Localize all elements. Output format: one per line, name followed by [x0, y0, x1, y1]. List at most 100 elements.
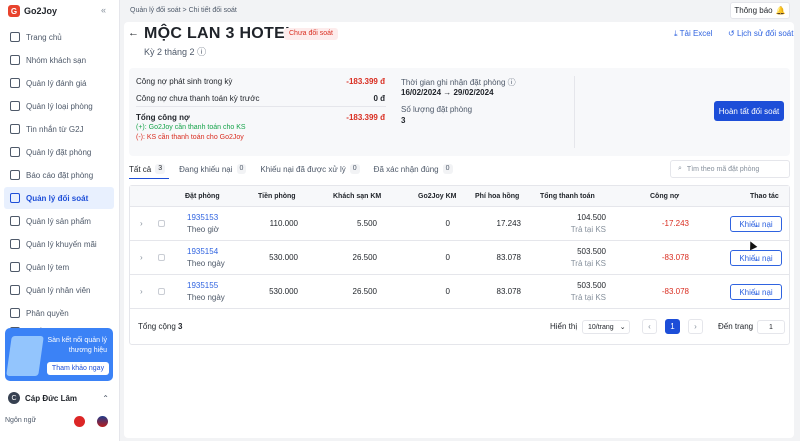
help-icon[interactable]: ⓘ [197, 47, 206, 57]
sidebar-item-label: Quản lý loại phòng [26, 101, 93, 111]
menu-icon [10, 193, 20, 203]
column-header: Tổng thanh toán [540, 193, 595, 200]
sidebar-item[interactable]: Phân quyền [4, 302, 114, 324]
menu-icon [10, 124, 20, 134]
search-icon: ⌕ [678, 165, 682, 172]
page-title: MỘC LAN 3 HOTEL [144, 25, 296, 42]
sidebar-item[interactable]: Tin nhắn từ G2J [4, 118, 114, 140]
row-checkbox[interactable] [158, 288, 165, 295]
commission-fee: 17.243 [496, 219, 521, 228]
download-excel-link[interactable]: ⤓ Tải Excel [674, 29, 713, 39]
tab-label: Khiếu nại đã được xử lý [260, 164, 346, 174]
complaint-dropdown-button[interactable]: Khiếu nại ⌄ [730, 250, 782, 266]
tab[interactable]: Đang khiếu nại 0 [179, 162, 247, 176]
filter-tabs: Tất cả 3 Đang khiếu nại 0 Khiếu nại đã được … [129, 162, 453, 176]
sidebar-item[interactable]: Quản lý sản phẩm [4, 210, 114, 232]
total-count: Tổng cộng 3 [138, 322, 183, 331]
complete-reconcile-button[interactable]: Hoàn tất đối soát [714, 101, 784, 121]
back-arrow-icon[interactable]: ← [128, 27, 139, 39]
booking-type: Theo giờ [187, 225, 219, 234]
column-header: Khách sạn KM [333, 193, 382, 200]
sidebar-item-label: Trang chủ [26, 32, 62, 42]
room-price: 530.000 [269, 253, 298, 262]
g2j-promo: 0 [445, 287, 450, 296]
uk-flag-icon[interactable] [97, 416, 108, 427]
booking-id-link[interactable]: 1935154 [187, 247, 218, 256]
language-label: Ngôn ngữ [5, 417, 37, 424]
total-count-value: 3 [178, 322, 183, 331]
sidebar-item[interactable]: Nhóm khách sạn [4, 49, 114, 71]
goto-input[interactable]: 1 [757, 320, 785, 334]
payment-method: Trả tại KS [570, 293, 606, 302]
sidebar-item[interactable]: Quản lý tem [4, 256, 114, 278]
complaint-dropdown-button[interactable]: Khiếu nại ⌄ [730, 216, 782, 232]
sidebar-item[interactable]: Quản lý đặt phòng [4, 141, 114, 163]
breadcrumb: Quản lý đối soát > Chi tiết đối soát [130, 7, 237, 14]
period-text: Kỳ 2 tháng 2 [144, 47, 195, 57]
vietnam-flag-icon[interactable] [74, 416, 85, 427]
current-page-button[interactable]: 1 [665, 319, 680, 334]
brand-logo[interactable]: G Go2Joy [8, 5, 57, 17]
tab[interactable]: Đã xác nhận đúng 0 [374, 162, 453, 176]
expand-row-icon[interactable]: › [140, 287, 143, 296]
sidebar-item-label: Quản lý đánh giá [26, 78, 87, 88]
table-row: › 1935153 Theo giờ 110.000 5.500 0 17.243 104.5… [130, 207, 789, 241]
sidebar-menu: Trang chủ Nhóm khách sạn Quản lý đánh giá Q… [4, 26, 114, 338]
payment-method: Trả tại KS [570, 259, 606, 268]
help-icon[interactable]: ⓘ [508, 78, 516, 87]
search-input[interactable]: ⌕ Tìm theo mã đặt phòng [670, 160, 790, 178]
time-label-text: Thời gian ghi nhận đặt phòng [401, 78, 506, 87]
avatar: C [8, 392, 20, 404]
notification-button[interactable]: Thông báo 🔔 [730, 2, 790, 19]
sidebar-item[interactable]: Báo cáo đặt phòng [4, 164, 114, 186]
sidebar-item-label: Quản lý sản phẩm [26, 216, 91, 226]
tab[interactable]: Tất cả 3 [129, 162, 166, 176]
promo-text: Sàn kết nối quản lý thương hiệu [47, 337, 107, 354]
chevron-up-icon[interactable]: ⌃ [102, 394, 109, 403]
menu-icon [10, 170, 20, 180]
user-menu[interactable]: C Cáp Đức Lâm ⌃ [5, 388, 113, 408]
next-page-button[interactable]: › [688, 319, 703, 334]
chevron-down-icon: ⌄ [619, 324, 626, 331]
history-link[interactable]: ↺ Lịch sử đối soát [728, 29, 793, 38]
booking-id-link[interactable]: 1935153 [187, 213, 218, 222]
complaint-dropdown-button[interactable]: Khiếu nại ⌄ [730, 284, 782, 300]
debt-value: -83.078 [661, 253, 689, 262]
sidebar-item[interactable]: Quản lý nhân viên [4, 279, 114, 301]
collapse-sidebar-icon[interactable]: « [101, 5, 106, 15]
total-payment: 104.500 [577, 213, 606, 222]
sidebar-item[interactable]: Trang chủ [4, 26, 114, 48]
debt-prev-label: Công nợ chưa thanh toán kỳ trước [136, 94, 260, 103]
time-value: 16/02/2024 → 29/02/2024 [401, 88, 494, 97]
prev-page-button[interactable]: ‹ [642, 319, 657, 334]
debt-period-value: -183.399 đ [346, 77, 385, 86]
expand-row-icon[interactable]: › [140, 219, 143, 228]
expand-row-icon[interactable]: › [140, 253, 143, 262]
goto-label: Đến trang [718, 322, 754, 331]
promo-button[interactable]: Tham khảo ngay [47, 362, 109, 375]
sidebar-item-label: Báo cáo đặt phòng [26, 170, 94, 180]
total-count-label: Tổng cộng [138, 322, 176, 331]
sidebar-item[interactable]: Quản lý đối soát [4, 187, 114, 209]
breadcrumb-parent[interactable]: Quản lý đối soát [130, 7, 181, 14]
tab[interactable]: Khiếu nại đã được xử lý 0 [260, 162, 360, 176]
go2joy-logo-icon: G [8, 5, 20, 17]
row-checkbox[interactable] [158, 220, 165, 227]
column-header: Phí hoa hồng [475, 193, 520, 200]
row-checkbox[interactable] [158, 254, 165, 261]
brand-name: Go2Joy [24, 6, 58, 16]
sidebar-item[interactable]: Quản lý khuyến mãi [4, 233, 114, 255]
promo-banner[interactable]: Sàn kết nối quản lý thương hiệu Tham khả… [5, 328, 113, 381]
sidebar-item[interactable]: Quản lý đánh giá [4, 72, 114, 94]
booking-id-link[interactable]: 1935155 [187, 281, 218, 290]
commission-fee: 83.078 [496, 253, 521, 262]
page-size-select[interactable]: 10/trang ⌄ [582, 320, 630, 334]
g2j-promo: 0 [445, 219, 450, 228]
debt-value: -17.243 [661, 219, 689, 228]
tab-count: 3 [155, 164, 166, 174]
download-label: Tải Excel [679, 29, 713, 38]
chevron-down-icon: ⌄ [752, 253, 760, 263]
sidebar-item[interactable]: Quản lý loại phòng [4, 95, 114, 117]
table-row: › 1935155 Theo ngày 530.000 26.500 0 83.078 503… [130, 275, 789, 309]
note-plus: (+): Go2Joy cần thanh toán cho KS [136, 124, 246, 131]
